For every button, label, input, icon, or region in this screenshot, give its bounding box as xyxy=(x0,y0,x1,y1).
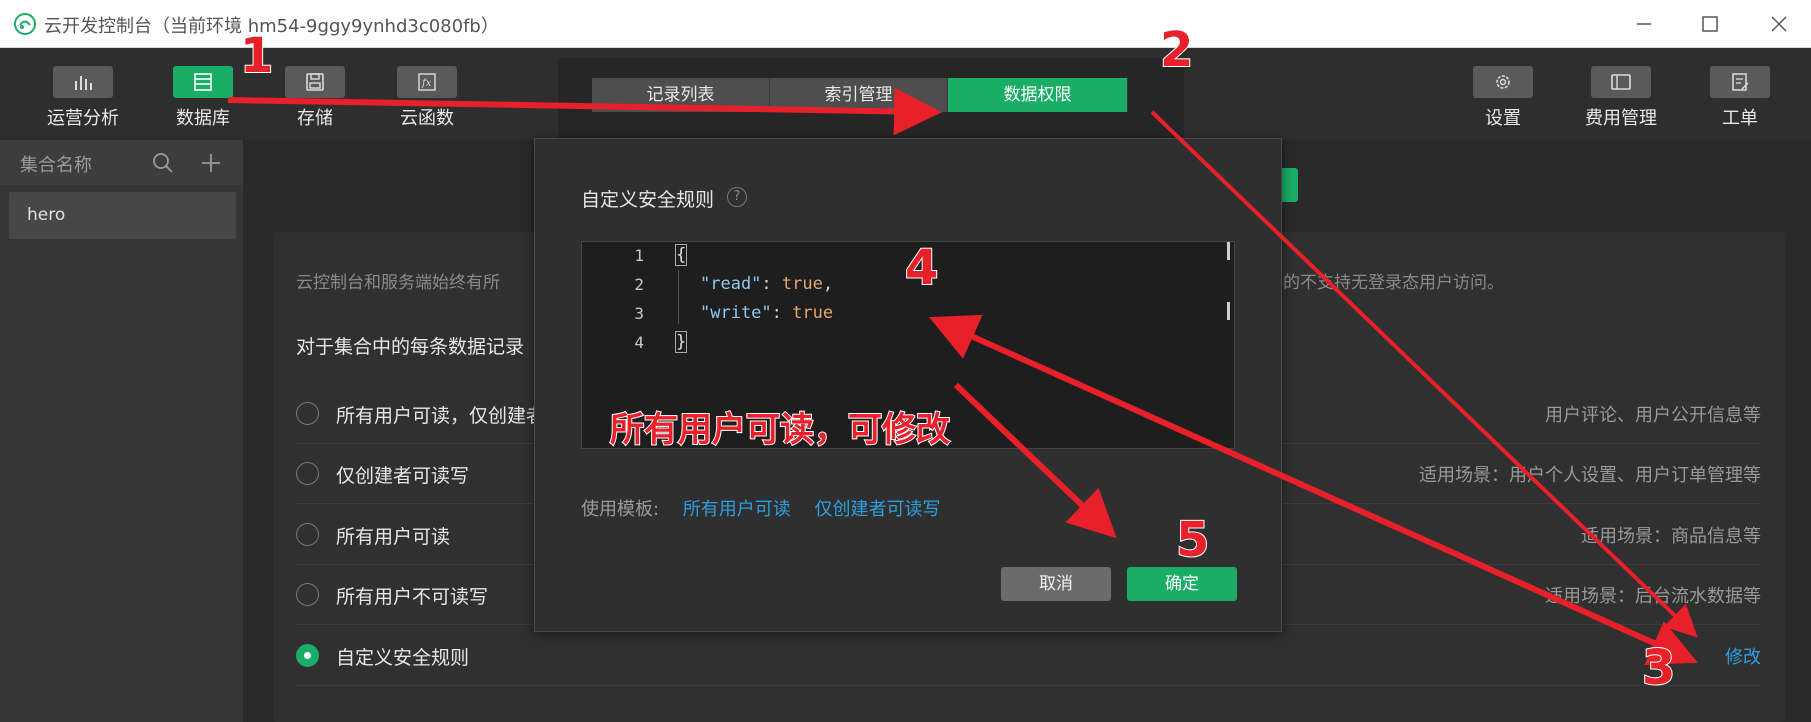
option-label: 所有用户可读 xyxy=(336,526,451,548)
sidebar-title: 集合名称 xyxy=(20,155,92,176)
toolbar-label: 设置 xyxy=(1485,108,1521,129)
code-key: "write" xyxy=(700,303,772,323)
editor-scrollbar[interactable] xyxy=(1227,242,1230,260)
help-icon[interactable]: ? xyxy=(727,187,747,207)
toolbar-billing[interactable]: 费用管理 xyxy=(1576,66,1666,130)
bar-chart-icon xyxy=(53,66,113,98)
code-key: "read" xyxy=(700,274,762,294)
svg-text:fx: fx xyxy=(421,78,432,89)
step-number-2: 2 xyxy=(1159,21,1194,79)
radio-button[interactable] xyxy=(296,523,319,546)
tab-indexes[interactable]: 索引管理 xyxy=(770,78,948,112)
tab-permissions[interactable]: 数据权限 xyxy=(948,78,1128,112)
gear-icon xyxy=(1473,66,1533,98)
option-label: 仅创建者可读写 xyxy=(336,465,470,487)
permission-option-custom[interactable]: 自定义安全规则 修改 xyxy=(296,626,1761,686)
app-window: 云开发控制台（当前环境 hm54-9ggy9ynhd3c080fb） 运营分析 … xyxy=(0,0,1811,722)
indent-guide xyxy=(678,270,679,324)
open-brace: { xyxy=(674,244,688,266)
option-hint: 适用场景：商品信息等 xyxy=(1581,526,1761,547)
toolbar-label: 存储 xyxy=(297,108,333,129)
dialog-title: 自定义安全规则 xyxy=(581,189,715,211)
step-number-1: 1 xyxy=(239,27,274,85)
function-icon: fx xyxy=(397,66,457,98)
panel-description: 云控制台和服务端始终有所 xyxy=(296,273,500,293)
storage-icon xyxy=(285,66,345,98)
toolbar-label: 云函数 xyxy=(400,108,454,129)
ticket-icon xyxy=(1710,66,1770,98)
tab-strip: 记录列表 索引管理 数据权限 xyxy=(558,58,1184,138)
line-number: 4 xyxy=(634,333,644,352)
code-comma: , xyxy=(822,274,834,294)
annotation-note: 所有用户可读，可修改 xyxy=(609,409,951,451)
radio-button[interactable] xyxy=(296,462,319,485)
line-number: 2 xyxy=(634,275,644,294)
minimize-icon[interactable] xyxy=(1630,10,1658,38)
editor-scrollbar-marker xyxy=(1227,302,1230,320)
toolbar-label: 数据库 xyxy=(176,108,230,129)
confirm-button[interactable]: 确定 xyxy=(1127,567,1237,601)
radio-button-checked[interactable] xyxy=(296,644,319,667)
code-line-2: "read": true, xyxy=(700,274,833,294)
option-label: 自定义安全规则 xyxy=(336,647,470,669)
step-number-5: 5 xyxy=(1175,511,1210,569)
close-icon[interactable] xyxy=(1765,10,1793,38)
close-brace: } xyxy=(674,331,688,353)
collection-sidebar: 集合名称 hero xyxy=(0,140,243,722)
line-number: 3 xyxy=(634,304,644,323)
toolbar-label: 运营分析 xyxy=(47,108,119,129)
template-link-public-read[interactable]: 所有用户可读 xyxy=(683,499,791,520)
toolbar-label: 工单 xyxy=(1722,108,1758,129)
toolbar-settings[interactable]: 设置 xyxy=(1458,66,1548,130)
app-logo-icon xyxy=(14,13,36,35)
panel-description-tail: 的不支持无登录态用户访问。 xyxy=(1283,273,1504,293)
code-line-1: { xyxy=(674,244,688,266)
custom-rule-dialog: 自定义安全规则 ? 1 2 3 4 { "read": true, "write… xyxy=(534,138,1282,632)
code-sep: : xyxy=(771,303,793,323)
code-line-4: } xyxy=(674,331,688,353)
option-label: 所有用户可读，仅创建者 xyxy=(336,405,546,427)
option-hint: 适用场景：后台流水数据等 xyxy=(1545,586,1761,607)
toolbar-label: 费用管理 xyxy=(1585,108,1657,129)
option-hint: 适用场景：用户个人设置、用户订单管理等 xyxy=(1419,465,1761,486)
maximize-icon[interactable] xyxy=(1696,10,1724,38)
step-number-4: 4 xyxy=(904,239,939,297)
code-value: true xyxy=(792,303,834,323)
toolbar-database[interactable]: 数据库 xyxy=(158,66,248,130)
code-line-3: "write": true xyxy=(700,303,833,323)
hidden-green-button-edge xyxy=(1280,168,1298,202)
toolbar-analytics[interactable]: 运营分析 xyxy=(38,66,128,130)
toolbar-tickets[interactable]: 工单 xyxy=(1695,66,1785,130)
cancel-button[interactable]: 取消 xyxy=(1001,567,1111,601)
tab-records[interactable]: 记录列表 xyxy=(592,78,770,112)
template-row: 使用模板: 所有用户可读 仅创建者可读写 xyxy=(581,495,941,521)
toolbar-storage[interactable]: 存储 xyxy=(270,66,360,130)
wallet-icon xyxy=(1591,66,1651,98)
modify-link[interactable]: 修改 xyxy=(1725,643,1761,669)
toolbar-functions[interactable]: fx 云函数 xyxy=(382,66,472,130)
section-title: 对于集合中的每条数据记录 xyxy=(296,336,525,358)
sidebar-item-label: hero xyxy=(27,205,66,225)
sidebar-header: 集合名称 xyxy=(0,140,243,185)
code-value: true xyxy=(781,274,823,294)
sidebar-item-hero[interactable]: hero xyxy=(9,192,236,239)
code-sep: : xyxy=(761,274,782,294)
add-icon[interactable] xyxy=(200,152,222,174)
line-number: 1 xyxy=(634,246,644,265)
search-icon[interactable] xyxy=(152,152,174,174)
template-label: 使用模板: xyxy=(581,499,660,520)
radio-button[interactable] xyxy=(296,402,319,425)
radio-button[interactable] xyxy=(296,583,319,606)
step-number-3: 3 xyxy=(1641,639,1676,697)
database-icon xyxy=(173,66,233,98)
option-hint: 用户评论、用户公开信息等 xyxy=(1545,405,1761,426)
template-link-creator-only[interactable]: 仅创建者可读写 xyxy=(815,499,941,520)
option-label: 所有用户不可读写 xyxy=(336,586,489,608)
